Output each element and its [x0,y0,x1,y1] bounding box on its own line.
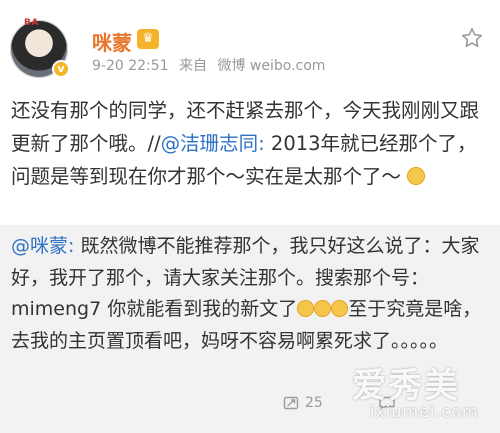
watermark-main: 爱秀美 [352,366,460,406]
username[interactable]: 咪蒙 [92,27,132,56]
laugh-emoji-icon [331,300,349,317]
post-meta: 9-20 22:51 来自 微博 weibo.com [92,55,331,75]
member-crown-icon[interactable]: ♛ [137,29,159,49]
avatar-tag-text: BA [24,18,39,28]
verified-badge-icon: v [52,60,70,78]
mention-link[interactable]: @洁珊志同: [161,132,265,155]
source-prefix: 来自 [179,58,208,74]
repost-button[interactable]: 25 [283,383,323,423]
post-timestamp: 9-20 22:51 [92,58,169,74]
post-text: 还没有那个的同学，还不赶紧去那个，今天我刚刚又跟更新了那个哦。//@洁珊志同: … [11,94,491,193]
repost-count: 25 [305,395,323,411]
favorite-star-icon[interactable] [460,26,484,50]
post-header: BA v 咪蒙 ♛ 9-20 22:51 来自 微博 weibo.com [0,0,500,88]
watermark-sub: ixiumei.com [370,402,479,421]
quoted-mention-link[interactable]: @咪蒙: [11,235,74,257]
laugh-emoji-icon [297,300,315,317]
laugh-emoji-icon [314,300,332,317]
quoted-post-text: @咪蒙: 既然微博不能推荐那个，我只好这么说了：大家好，我开了那个，请大家关注那… [11,231,493,357]
source-client[interactable]: 微博 weibo.com [217,58,325,74]
site-watermark: 爱秀美 ixiumei.com [352,358,492,428]
dog-face-emoji-icon [407,167,426,185]
repost-icon [283,396,299,410]
